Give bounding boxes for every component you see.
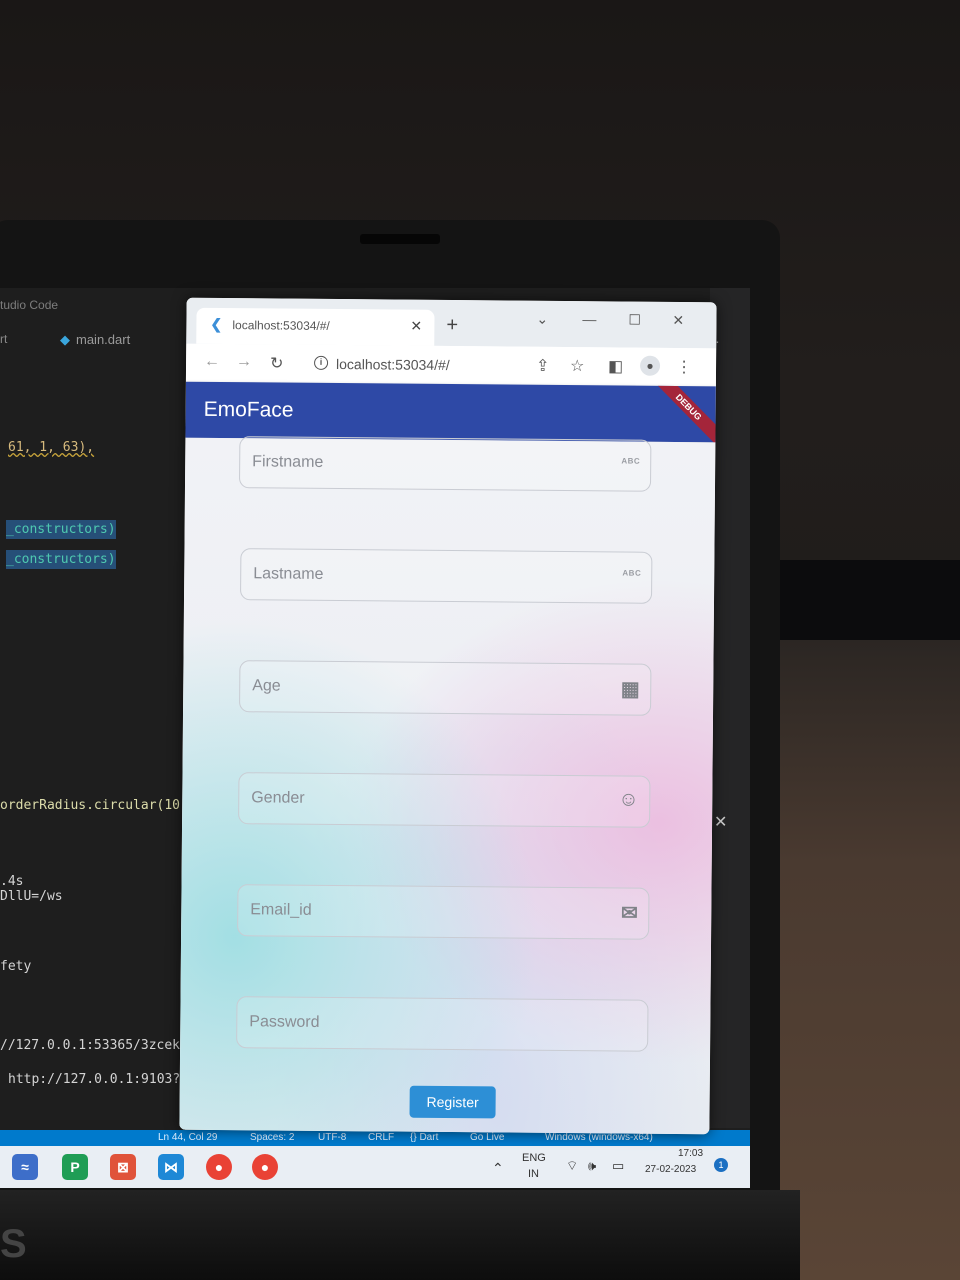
maximize-button[interactable]: ☐: [628, 312, 641, 329]
register-form: Firstname ABC Lastname ABC Age ▦ Gender …: [179, 436, 716, 1135]
code-line: _constructors): [6, 550, 116, 569]
xampp-icon[interactable]: ⊠: [110, 1154, 136, 1180]
reload-icon[interactable]: ↻: [270, 353, 284, 373]
close-window-button[interactable]: ✕: [672, 312, 684, 329]
clock-time[interactable]: 17:03: [678, 1148, 703, 1159]
laptop-logo: S: [0, 1222, 27, 1266]
field-label: Age: [252, 677, 281, 695]
back-icon[interactable]: ←: [204, 353, 220, 371]
calendar-icon[interactable]: ▦: [621, 677, 641, 702]
mail-icon[interactable]: ✉: [621, 901, 638, 926]
dart-icon: ◆: [60, 332, 70, 347]
webcam-notch: [360, 234, 440, 244]
wifi-icon[interactable]: ⌔: [566, 1158, 578, 1174]
forward-icon[interactable]: →: [236, 353, 252, 371]
age-field[interactable]: Age ▦: [239, 660, 652, 716]
code-line: http://127.0.0.1:9103?u: [8, 1072, 189, 1087]
chevron-down-icon[interactable]: ⌄: [536, 311, 548, 328]
field-label: Lastname: [253, 565, 324, 583]
profile-icon[interactable]: ●: [639, 355, 661, 376]
tab-strip: ❮ localhost:53034/#/ ✕ + ⌄ — ☐ ✕: [186, 297, 717, 349]
browser-tab[interactable]: ❮ localhost:53034/#/ ✕: [196, 307, 435, 346]
vscode-tab-main-dart[interactable]: ◆ main.dart: [60, 332, 130, 348]
field-label: Firstname: [252, 453, 324, 471]
vscode-title: tudio Code: [0, 298, 59, 312]
info-icon[interactable]: i: [314, 355, 329, 370]
debug-banner: DEBUG: [645, 381, 716, 443]
gender-field[interactable]: Gender ☺: [238, 772, 651, 828]
field-label: Gender: [251, 789, 305, 807]
pycharm-icon[interactable]: P: [62, 1154, 88, 1180]
menu-icon[interactable]: ⋮: [676, 357, 692, 377]
chrome-icon[interactable]: ●: [252, 1154, 278, 1180]
field-label: Password: [249, 1013, 320, 1031]
minimize-button[interactable]: —: [582, 311, 596, 327]
code-line: orderRadius.circular(10: [0, 798, 181, 813]
vscode-right-panel: [710, 288, 750, 1128]
code-line: //127.0.0.1:53365/3zcekZ: [0, 1038, 188, 1053]
tab-title: localhost:53034/#/: [232, 318, 330, 333]
register-button[interactable]: Register: [409, 1085, 496, 1119]
desk-background: [775, 640, 960, 1280]
battery-icon[interactable]: ▭: [612, 1158, 624, 1174]
windows-taskbar: ≈ P ⊠ ⋈ ● ● ⌃ ENG IN ⌔ 🕪 ▭ 17:03 27-02-2…: [0, 1146, 750, 1188]
vscode-tab-label: main.dart: [76, 332, 131, 347]
app-title: EmoFace: [203, 397, 294, 422]
lastname-field[interactable]: Lastname ABC: [240, 548, 653, 604]
status-encoding[interactable]: UTF-8: [318, 1132, 346, 1143]
code-line: DllU=/ws: [0, 889, 63, 904]
face-icon[interactable]: ☺: [618, 788, 639, 811]
app-bar: EmoFace DEBUG: [185, 381, 716, 443]
chrome-icon[interactable]: ●: [206, 1154, 232, 1180]
background-monitor: [772, 560, 960, 650]
laptop-base: [0, 1190, 800, 1280]
side-panel-icon[interactable]: ◧: [608, 356, 623, 376]
browser-window: ❮ localhost:53034/#/ ✕ + ⌄ — ☐ ✕ ← → ↻ i…: [179, 297, 717, 1135]
firstname-field[interactable]: Firstname ABC: [238, 436, 652, 492]
status-cursor[interactable]: Ln 44, Col 29: [158, 1132, 218, 1143]
address-bar[interactable]: localhost:53034/#/: [336, 356, 450, 373]
new-tab-button[interactable]: +: [446, 314, 458, 337]
browser-toolbar: ← → ↻ i localhost:53034/#/ ⇪ ☆ ◧ ● ⋮: [185, 343, 717, 387]
app-icon[interactable]: ≈: [12, 1154, 38, 1180]
status-language[interactable]: {} Dart: [410, 1132, 438, 1143]
close-icon[interactable]: ✕: [714, 812, 727, 832]
chevron-up-icon[interactable]: ⌃: [492, 1160, 504, 1177]
field-label: Email_id: [250, 901, 312, 919]
abc-icon: ABC: [622, 568, 642, 578]
share-icon[interactable]: ⇪: [536, 356, 550, 376]
email-field[interactable]: Email_id ✉: [237, 884, 650, 940]
abc-icon: ABC: [621, 456, 641, 466]
notification-badge[interactable]: 1: [714, 1158, 728, 1172]
status-go-live[interactable]: Go Live: [470, 1132, 504, 1143]
volume-icon[interactable]: 🕪: [588, 1158, 596, 1174]
code-line: _constructors): [6, 520, 116, 539]
vscode-icon[interactable]: ⋈: [158, 1154, 184, 1180]
code-line: fety: [0, 959, 32, 974]
vscode-tab-partial[interactable]: rt: [0, 332, 7, 346]
status-eol[interactable]: CRLF: [368, 1132, 394, 1143]
code-line: 61, 1, 63),: [8, 440, 95, 455]
status-indent[interactable]: Spaces: 2: [250, 1132, 294, 1143]
clock-date[interactable]: 27-02-2023: [645, 1164, 696, 1175]
flutter-icon: ❮: [210, 315, 223, 333]
code-line: .4s: [0, 874, 24, 889]
language-indicator-top[interactable]: ENG: [522, 1152, 546, 1164]
star-icon[interactable]: ☆: [570, 356, 585, 376]
password-field[interactable]: Password: [236, 996, 649, 1052]
close-icon[interactable]: ✕: [410, 318, 422, 335]
language-indicator-bottom[interactable]: IN: [528, 1168, 539, 1180]
